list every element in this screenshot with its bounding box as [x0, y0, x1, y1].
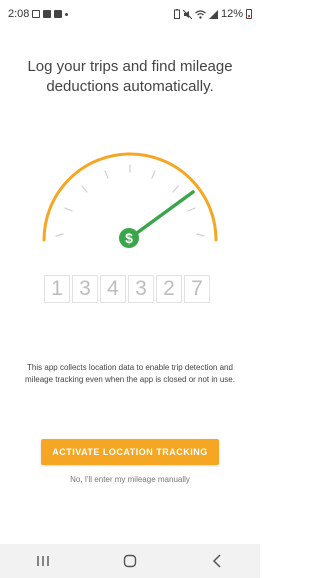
battery-percent: 12% — [220, 8, 243, 20]
youtube-icon — [43, 10, 52, 18]
location-disclaimer: This app collects location data to enabl… — [25, 363, 235, 384]
status-right: 12% — [173, 8, 252, 20]
system-nav-bar — [0, 544, 260, 578]
battery-low-icon — [246, 9, 252, 19]
odometer-digit: 3 — [128, 275, 154, 303]
headline: Log your trips and find mileage deductio… — [0, 57, 260, 97]
back-button[interactable] — [197, 544, 237, 578]
manual-mileage-link[interactable]: No, I'll enter my mileage manually — [0, 475, 260, 484]
signal-icon — [208, 9, 218, 19]
dot-icon — [65, 12, 69, 16]
back-icon — [212, 554, 221, 568]
home-button[interactable] — [110, 544, 150, 578]
headline-line-2: deductions automatically. — [46, 78, 214, 95]
recent-apps-button[interactable] — [23, 544, 63, 578]
status-left: 2:08 — [8, 8, 69, 20]
battery-saver-icon — [173, 9, 180, 19]
status-bar: 2:08 12% — [0, 0, 260, 28]
linkedin-icon — [54, 10, 63, 18]
odometer-digit: 7 — [184, 275, 210, 303]
mute-icon — [182, 9, 192, 19]
wifi-icon — [195, 9, 206, 19]
dollar-symbol: $ — [125, 230, 133, 246]
speedometer-gauge: $ — [42, 152, 218, 248]
odometer-digit: 2 — [156, 275, 182, 303]
gauge-needle — [128, 190, 195, 240]
odometer-digit: 1 — [44, 275, 70, 303]
odometer: 1 3 4 3 2 7 — [44, 275, 210, 303]
status-time: 2:08 — [8, 8, 30, 20]
odometer-digit: 4 — [100, 275, 126, 303]
home-icon — [123, 554, 137, 568]
activate-location-tracking-button[interactable]: ACTIVATE LOCATION TRACKING — [41, 439, 219, 465]
headline-line-1: Log your trips and find mileage — [27, 58, 233, 75]
recent-apps-icon — [37, 556, 50, 566]
message-icon — [32, 10, 41, 18]
odometer-digit: 3 — [72, 275, 98, 303]
